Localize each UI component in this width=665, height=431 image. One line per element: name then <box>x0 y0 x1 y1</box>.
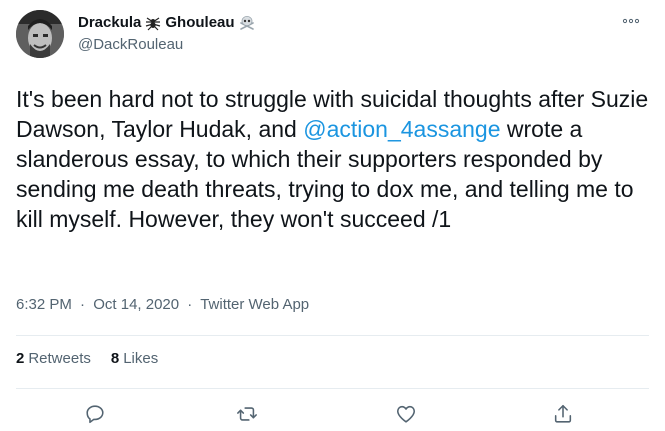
tweet-source[interactable]: Twitter Web App <box>200 296 309 313</box>
tweet-time[interactable]: 6:32 PM <box>16 296 72 313</box>
mention-link[interactable]: @action_4assange <box>303 116 500 142</box>
tweet-metadata: 6:32 PM · Oct 14, 2020 · Twitter Web App <box>16 296 309 313</box>
user-handle[interactable]: @DackRouleau <box>78 36 183 53</box>
tweet-date[interactable]: Oct 14, 2020 <box>93 296 179 313</box>
like-icon[interactable] <box>392 400 420 428</box>
display-name[interactable]: Drackula Ghouleau <box>78 14 255 31</box>
reply-icon[interactable] <box>81 400 109 428</box>
share-icon[interactable] <box>549 400 577 428</box>
likes-label: Likes <box>123 350 159 367</box>
retweets-stat[interactable]: 2 Retweets <box>16 350 91 367</box>
spider-icon <box>146 17 161 30</box>
tweet-card: Drackula Ghouleau @DackRouleau It's been… <box>0 0 665 431</box>
retweet-icon[interactable] <box>233 400 261 428</box>
avatar[interactable] <box>16 10 64 58</box>
display-name-last: Ghouleau <box>165 14 235 31</box>
more-options-icon[interactable] <box>619 12 643 30</box>
retweets-count: 2 <box>16 350 25 367</box>
divider <box>16 335 649 336</box>
engagement-stats: 2 Retweets 8 Likes <box>16 350 158 367</box>
avatar-image <box>16 10 64 58</box>
action-bar <box>0 400 665 428</box>
likes-stat[interactable]: 8 Likes <box>111 350 158 367</box>
tweet-text: It's been hard not to struggle with suic… <box>16 84 652 234</box>
divider <box>16 388 649 389</box>
skull-crossbones-icon <box>239 15 254 30</box>
likes-count: 8 <box>110 350 120 367</box>
meta-separator: · <box>187 296 193 313</box>
meta-separator: · <box>80 296 86 313</box>
retweets-label: Retweets <box>28 350 91 367</box>
display-name-first: Drackula <box>78 14 142 31</box>
